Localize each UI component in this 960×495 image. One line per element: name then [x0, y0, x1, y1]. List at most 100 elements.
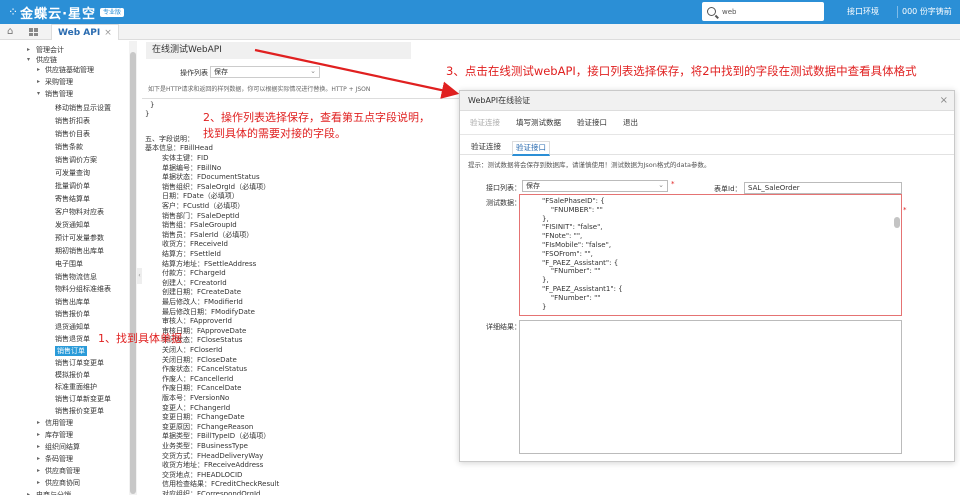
tree-toggle-icon[interactable]: ▸ — [37, 430, 40, 440]
op-list-select[interactable]: 保存 ⌄ — [210, 66, 320, 78]
subtab-verify-api[interactable]: 验证接口 — [512, 141, 550, 156]
edition-badge: 专业版 — [100, 7, 125, 17]
field-line: 作废人：FCancellerId — [162, 374, 234, 383]
field-line: 单据状态：FDocumentStatus — [162, 173, 260, 182]
tree-toggle-icon[interactable]: ▸ — [37, 478, 40, 488]
json-line: }, — [542, 276, 549, 285]
dialog-subtabs: 验证连接 验证接口 — [460, 139, 954, 156]
sidebar-item[interactable]: 电商与分销 — [36, 490, 71, 495]
op-list-value: 保存 — [214, 68, 228, 76]
sidebar-item[interactable]: 预计可发量参数 — [55, 233, 104, 243]
dialog-title: WebAPI在线验证 — [468, 96, 531, 105]
env-label[interactable]: 接口环境 — [847, 0, 879, 24]
tree-toggle-icon[interactable]: ▸ — [37, 442, 40, 452]
sidebar-item[interactable]: 信用管理 — [45, 418, 73, 428]
sidebar-item[interactable]: 销售调价方案 — [55, 155, 97, 165]
tree-toggle-icon[interactable]: ▸ — [27, 45, 30, 55]
sidebar-item[interactable]: 可发量查询 — [55, 168, 90, 178]
test-data-textarea[interactable]: "FSalePhaseID": { "FNUMBER": ""}, "FISINI… — [519, 194, 902, 316]
sidebar-item[interactable]: 期初销售出库单 — [55, 246, 104, 256]
sidebar-item[interactable]: 销售折扣表 — [55, 116, 90, 126]
tab-web-api[interactable]: Web API × — [51, 24, 119, 40]
search-icon — [707, 7, 716, 16]
tree-toggle-icon[interactable]: ▾ — [37, 89, 40, 99]
sidebar-item[interactable]: 供应链基础管理 — [45, 65, 94, 75]
tree-toggle-icon[interactable]: ▾ — [27, 55, 30, 65]
sidebar-item[interactable]: 销售条款 — [55, 142, 83, 152]
top-bar: ⁘ 金蝶云·星空 专业版 web 接口环境 000 份字铸前 — [0, 0, 960, 24]
toolbar-fill-test-data[interactable]: 填写测试数据 — [516, 117, 561, 128]
apps-grid-icon[interactable] — [29, 28, 38, 36]
scrollbar-thumb[interactable] — [130, 52, 136, 494]
sidebar-item[interactable]: 销售订单新变更单 — [55, 394, 111, 404]
tree-toggle-icon[interactable]: ▸ — [37, 65, 40, 75]
sidebar-item[interactable]: 批量调价单 — [55, 181, 90, 191]
sidebar-item[interactable]: 管理会计 — [36, 45, 64, 55]
sidebar-item[interactable]: 销售订单变更单 — [55, 358, 104, 368]
sidebar-item[interactable]: 销售退货单 — [55, 334, 90, 344]
brand-logo[interactable]: ⁘ 金蝶云·星空 专业版 — [8, 0, 125, 24]
toolbar-exit[interactable]: 退出 — [623, 117, 638, 128]
sidebar-menu: ▸ 管理会计 ▾ 供应链 ▸ 供应链基础管理 ▸ 采购管理 ▾ 销售管理 移动销售显示设置 销售折扣表… — [0, 41, 137, 495]
form-id-input[interactable]: SAL_SaleOrder — [744, 182, 902, 194]
sidebar-item[interactable]: 销售价目表 — [55, 129, 90, 139]
sidebar-item[interactable]: 寄售结算单 — [55, 194, 90, 204]
api-list-select[interactable]: 保存 ⌄ — [522, 180, 668, 192]
sidebar-item[interactable]: 供应商协同 — [45, 478, 80, 488]
sidebar-item[interactable]: 条码管理 — [45, 454, 73, 464]
sidebar-item[interactable]: 移动销售显示设置 — [55, 103, 111, 113]
sidebar-item[interactable]: 电子围单 — [55, 259, 83, 269]
tree-toggle-icon[interactable]: ▸ — [37, 77, 40, 87]
subtab-verify-connection[interactable]: 验证连接 — [468, 141, 504, 153]
sidebar-item[interactable]: 销售物流信息 — [55, 272, 97, 282]
tree-toggle-icon[interactable]: ▸ — [37, 418, 40, 428]
sidebar-item[interactable]: 销售管理 — [45, 89, 73, 99]
form-id-label: 表单Id： — [714, 185, 742, 193]
sidebar-item[interactable]: 供应链 — [36, 55, 57, 65]
json-line: "FNUMBER": "" — [542, 205, 603, 214]
sidebar-item[interactable]: 物料分组标准维表 — [55, 284, 111, 294]
sidebar-item[interactable]: 客户物料对应表 — [55, 207, 104, 217]
dialog-close-icon[interactable]: × — [940, 91, 948, 111]
tab-label: Web API — [58, 27, 101, 38]
test-data-label: 测试数据： — [486, 199, 521, 207]
tree-toggle-icon[interactable]: ▸ — [27, 490, 30, 495]
sidebar-item[interactable]: 采购管理 — [45, 77, 73, 87]
sidebar-item[interactable]: 销售报价变更单 — [55, 406, 104, 416]
sidebar-item[interactable]: 模拟报价单 — [55, 370, 90, 380]
panel-title[interactable]: 在线测试WebAPI — [146, 42, 411, 59]
sidebar-item[interactable]: 标准重面维护 — [55, 382, 97, 392]
sample-text-area[interactable]: }} 五、字段说明： 基本信息：FBillHead 实体主键：FID 单据编号：FBil… — [142, 98, 472, 495]
field-line: 付款方：FChargeId — [162, 269, 226, 278]
toolbar-verify-connection[interactable]: 验证连接 — [470, 117, 500, 128]
sidebar-item[interactable]: 销售报价单 — [55, 309, 90, 319]
json-line: "F_PAEZ_Assistant1": { — [542, 285, 623, 293]
field-line: 收货方：FReceiveId — [162, 240, 228, 249]
sidebar-item[interactable]: 退货通知单 — [55, 322, 90, 332]
required-mark: * — [903, 206, 907, 214]
user-menu[interactable]: 000 份字铸前 — [902, 0, 952, 24]
tab-close-icon[interactable]: × — [104, 28, 112, 38]
field-line: 客户：FCustId（必填项） — [162, 202, 245, 210]
field-line: 收货方地址：FReceiveAddress — [162, 461, 264, 470]
sidebar-item[interactable]: 发货通知单 — [55, 220, 90, 230]
sidebar-item[interactable]: 销售出库单 — [55, 297, 90, 307]
sidebar-item[interactable]: 库存管理 — [45, 430, 73, 440]
tree-toggle-icon[interactable]: ▸ — [37, 466, 40, 476]
sidebar-item[interactable]: 组织间结算 — [45, 442, 80, 452]
sidebar-item[interactable]: 销售订单 — [55, 346, 87, 356]
tree-toggle-icon[interactable]: ▸ — [37, 454, 40, 464]
sidebar-scrollbar[interactable] — [129, 41, 137, 495]
field-line: 最后修改日期：FModifyDate — [162, 307, 255, 316]
textarea-scrollbar[interactable] — [894, 217, 900, 228]
required-mark: * — [671, 180, 675, 188]
search-input[interactable]: web — [702, 2, 824, 21]
toolbar-verify-api[interactable]: 验证接口 — [577, 117, 607, 128]
field-line: 作废状态：FCancelStatus — [162, 365, 248, 374]
json-line: "FNote": "", — [542, 232, 583, 241]
field-line: 结算方：FSettleId — [162, 250, 221, 258]
field-line: 销售组织：FSaleOrgId（必填项） — [162, 182, 271, 191]
result-textarea[interactable] — [519, 320, 902, 454]
home-icon[interactable]: ⌂ — [7, 27, 13, 37]
sidebar-item[interactable]: 供应商管理 — [45, 466, 80, 476]
